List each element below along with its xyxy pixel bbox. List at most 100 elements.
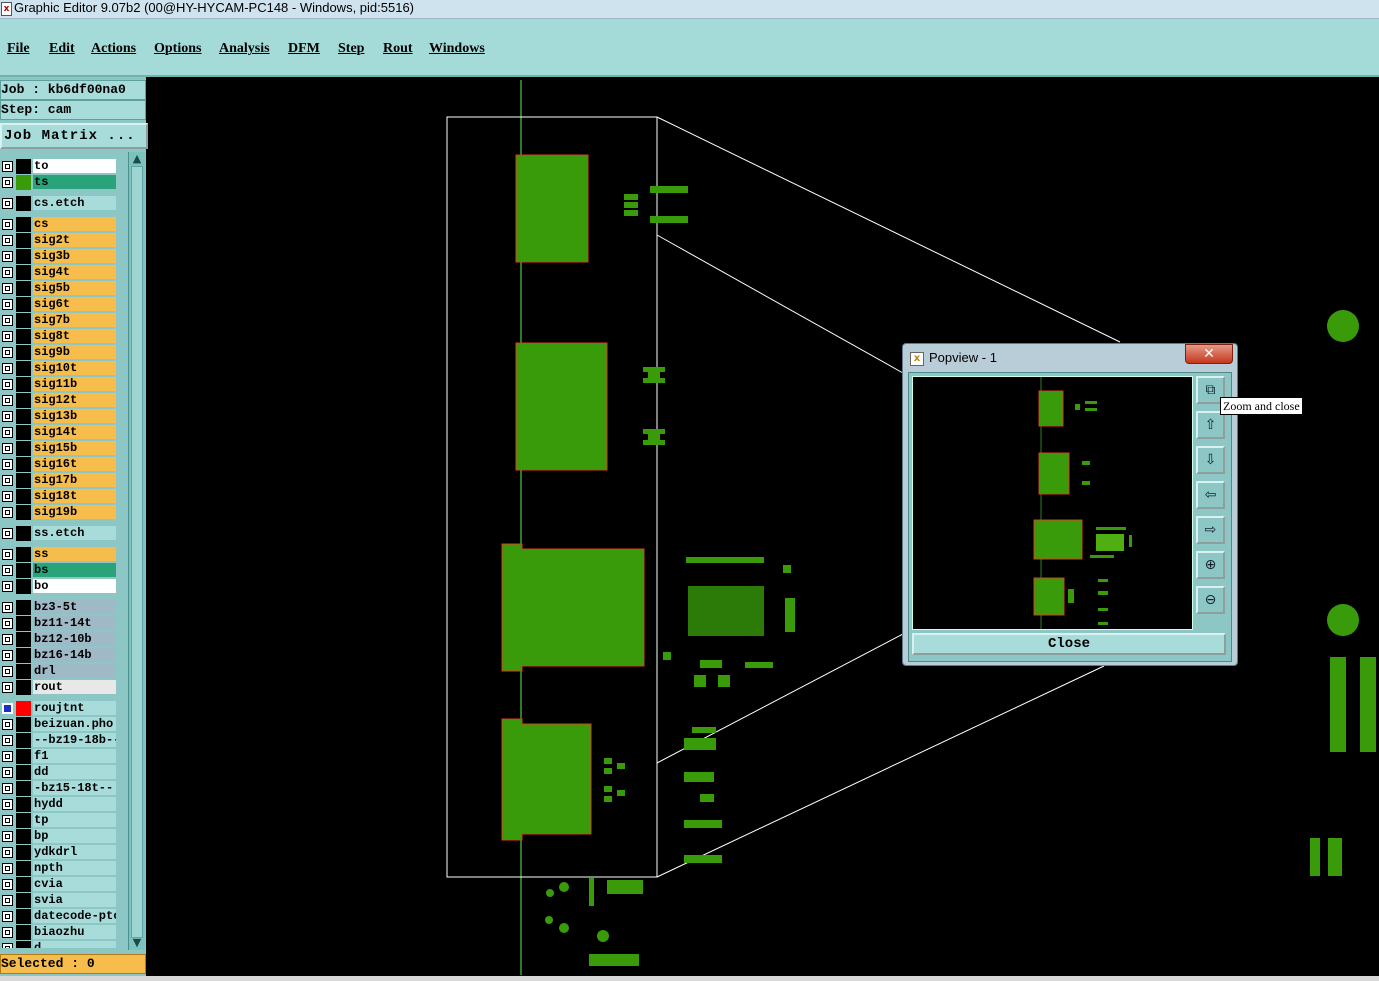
layer-checkbox[interactable] — [2, 528, 13, 539]
layer-row[interactable]: sig16t — [0, 457, 118, 472]
layer-name[interactable]: ss — [33, 547, 116, 561]
layer-row[interactable]: biaozhu — [0, 925, 118, 940]
layer-row[interactable]: sig5b — [0, 281, 118, 296]
menu-file[interactable]: File — [7, 41, 30, 57]
layer-color-swatch[interactable] — [16, 648, 31, 663]
pan-down-icon[interactable]: ⇩ — [1196, 446, 1225, 474]
layer-name[interactable]: beizuan.pho — [33, 717, 116, 731]
layer-checkbox[interactable] — [2, 767, 13, 778]
layer-name[interactable]: to — [33, 159, 116, 173]
layer-row[interactable]: d — [0, 941, 118, 948]
layer-checkbox[interactable] — [2, 618, 13, 629]
layer-name[interactable]: bp — [33, 829, 116, 843]
layer-color-swatch[interactable] — [16, 425, 31, 440]
layer-checkbox[interactable] — [2, 831, 13, 842]
layer-row[interactable]: -bz15-18t-- — [0, 781, 118, 796]
layer-row[interactable]: sig3b — [0, 249, 118, 264]
layer-color-swatch[interactable] — [16, 563, 31, 578]
layer-checkbox[interactable] — [2, 219, 13, 230]
layer-checkbox[interactable] — [2, 549, 13, 560]
layer-name[interactable]: dd — [33, 765, 116, 779]
layer-row[interactable]: sig14t — [0, 425, 118, 440]
layer-row[interactable]: bo — [0, 579, 118, 594]
layer-row[interactable]: f1 — [0, 749, 118, 764]
layer-color-swatch[interactable] — [16, 457, 31, 472]
layer-name[interactable]: sig7b — [33, 313, 116, 327]
layer-name[interactable]: sig14t — [33, 425, 116, 439]
layer-checkbox[interactable] — [2, 799, 13, 810]
menu-dfm[interactable]: DFM — [288, 41, 320, 57]
layer-name[interactable]: sig3b — [33, 249, 116, 263]
layer-color-swatch[interactable] — [16, 680, 31, 695]
layer-row[interactable]: sig6t — [0, 297, 118, 312]
zoom-out-icon[interactable]: ⊖ — [1196, 586, 1225, 614]
menu-actions[interactable]: Actions — [91, 41, 136, 57]
layer-row[interactable]: hydd — [0, 797, 118, 812]
layer-checkbox[interactable] — [2, 581, 13, 592]
layer-row[interactable]: sig9b — [0, 345, 118, 360]
layer-checkbox[interactable] — [2, 411, 13, 422]
pan-up-icon[interactable]: ⇧ — [1196, 411, 1225, 439]
layer-checkbox[interactable] — [2, 719, 13, 730]
layer-row[interactable]: ydkdrl — [0, 845, 118, 860]
layer-checkbox[interactable] — [2, 703, 13, 714]
layer-color-swatch[interactable] — [16, 717, 31, 732]
layer-row[interactable]: sig11b — [0, 377, 118, 392]
layer-checkbox[interactable] — [2, 363, 13, 374]
layer-name[interactable]: cs.etch — [33, 196, 116, 210]
layer-name[interactable]: rout — [33, 680, 116, 694]
layer-name[interactable]: ss.etch — [33, 526, 116, 540]
layer-color-swatch[interactable] — [16, 249, 31, 264]
layer-name[interactable]: -bz15-18t-- — [33, 781, 116, 795]
layer-color-swatch[interactable] — [16, 345, 31, 360]
layer-color-swatch[interactable] — [16, 749, 31, 764]
layer-checkbox[interactable] — [2, 650, 13, 661]
layer-name[interactable]: f1 — [33, 749, 116, 763]
layer-color-swatch[interactable] — [16, 265, 31, 280]
layer-name[interactable]: drl — [33, 664, 116, 678]
layer-name[interactable]: tp — [33, 813, 116, 827]
layer-color-swatch[interactable] — [16, 159, 31, 174]
layer-name[interactable]: sig9b — [33, 345, 116, 359]
layer-checkbox[interactable] — [2, 395, 13, 406]
job-matrix-button[interactable]: Job Matrix ... — [0, 123, 148, 149]
layer-row[interactable]: sig13b — [0, 409, 118, 424]
layer-color-swatch[interactable] — [16, 600, 31, 615]
layer-row[interactable]: bp — [0, 829, 118, 844]
layer-checkbox[interactable] — [2, 815, 13, 826]
layer-row[interactable]: sig4t — [0, 265, 118, 280]
layer-color-swatch[interactable] — [16, 877, 31, 892]
layer-color-swatch[interactable] — [16, 489, 31, 504]
layer-row[interactable]: to — [0, 159, 118, 174]
layer-row[interactable]: --bz19-18b-- — [0, 733, 118, 748]
layer-checkbox[interactable] — [2, 491, 13, 502]
layer-color-swatch[interactable] — [16, 409, 31, 424]
layer-color-swatch[interactable] — [16, 845, 31, 860]
layer-checkbox[interactable] — [2, 267, 13, 278]
layer-checkbox[interactable] — [2, 251, 13, 262]
menu-rout[interactable]: Rout — [383, 41, 413, 57]
layer-checkbox[interactable] — [2, 198, 13, 209]
layer-checkbox[interactable] — [2, 666, 13, 677]
layer-color-swatch[interactable] — [16, 797, 31, 812]
layer-row[interactable]: drl — [0, 664, 118, 679]
layer-checkbox[interactable] — [2, 895, 13, 906]
layer-name[interactable]: sig5b — [33, 281, 116, 295]
layer-checkbox[interactable] — [2, 507, 13, 518]
layer-color-swatch[interactable] — [16, 941, 31, 948]
layer-checkbox[interactable] — [2, 927, 13, 938]
layer-checkbox[interactable] — [2, 863, 13, 874]
layer-row[interactable]: bz3-5t — [0, 600, 118, 615]
zoom-in-icon[interactable]: ⊕ — [1196, 551, 1225, 579]
layer-color-swatch[interactable] — [16, 313, 31, 328]
layer-row[interactable]: sig7b — [0, 313, 118, 328]
layer-row[interactable]: sig2t — [0, 233, 118, 248]
layer-name[interactable]: sig10t — [33, 361, 116, 375]
layer-name[interactable]: hydd — [33, 797, 116, 811]
layer-color-swatch[interactable] — [16, 473, 31, 488]
layer-row[interactable]: beizuan.pho — [0, 717, 118, 732]
layer-row[interactable]: sig12t — [0, 393, 118, 408]
layer-row[interactable]: sig19b — [0, 505, 118, 520]
layer-row[interactable]: cs — [0, 217, 118, 232]
layer-checkbox[interactable] — [2, 847, 13, 858]
